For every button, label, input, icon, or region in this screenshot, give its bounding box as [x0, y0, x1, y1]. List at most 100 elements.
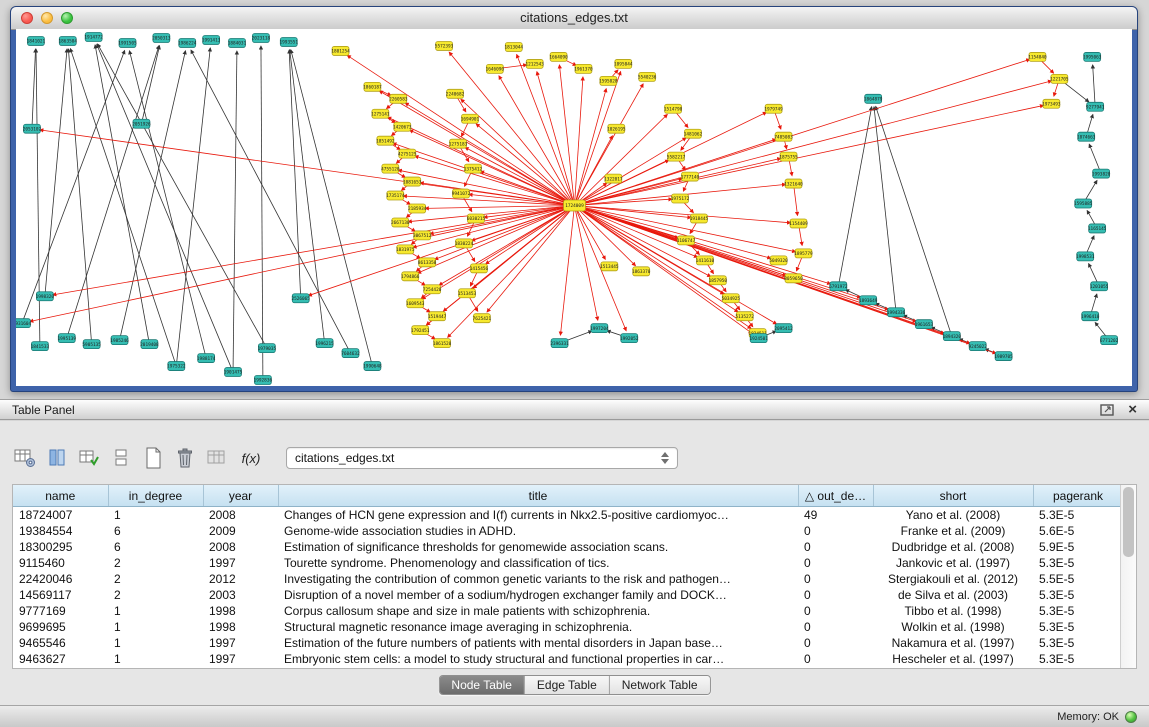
graph-node[interactable]: 1646090: [486, 64, 505, 73]
graph-node[interactable]: 1831975: [396, 245, 415, 254]
graph-node[interactable]: 1895844: [614, 59, 633, 68]
graph-node[interactable]: 1893649: [859, 296, 878, 305]
graph-node[interactable]: 1861520: [433, 339, 452, 348]
graph-node[interactable]: 1801254: [331, 46, 350, 55]
graph-node[interactable]: 5572393: [435, 41, 454, 50]
graph-node[interactable]: 1411610: [696, 256, 715, 265]
graph-node[interactable]: 7625421: [473, 314, 492, 323]
graph-node[interactable]: 1221705: [1050, 74, 1069, 83]
column-header-title[interactable]: title: [278, 485, 798, 507]
graph-node[interactable]: 1884031: [228, 38, 247, 47]
vertical-scrollbar[interactable]: [1120, 485, 1136, 668]
graph-node[interactable]: 1992052: [620, 334, 639, 343]
graph-node[interactable]: 1875755: [779, 152, 798, 161]
table-row[interactable]: 969969511998Structural magnetic resonanc…: [13, 619, 1120, 635]
graph-node[interactable]: 1991505: [118, 38, 137, 47]
column-header-year[interactable]: year: [203, 485, 278, 507]
graph-node[interactable]: 1794866: [401, 272, 420, 281]
table-row[interactable]: 2242004622012Investigating the contribut…: [13, 571, 1120, 587]
graph-node[interactable]: 2023118: [252, 33, 271, 42]
graph-node[interactable]: 2667130: [391, 218, 410, 227]
graph-node[interactable]: 2185934: [408, 204, 427, 213]
graph-node[interactable]: 1664090: [549, 52, 568, 61]
graph-node[interactable]: 5135272: [736, 312, 755, 321]
graph-node[interactable]: 1975322: [167, 362, 186, 371]
graph-node[interactable]: 1924501: [749, 334, 768, 343]
tab-edge-table[interactable]: Edge Table: [525, 676, 610, 694]
table-settings-icon[interactable]: [12, 445, 38, 471]
table-row[interactable]: 946362711997Embryonic stem cells: a mode…: [13, 651, 1120, 667]
graph-node[interactable]: 1724009: [564, 200, 586, 211]
graph-node[interactable]: 1513445: [600, 262, 619, 271]
graph-node[interactable]: 2095412: [774, 324, 793, 333]
graph-node[interactable]: 1991413: [202, 35, 221, 44]
graph-node[interactable]: 9941072: [452, 189, 471, 198]
graph-node[interactable]: 1863370: [632, 267, 651, 276]
graph-node[interactable]: 7485083: [774, 132, 793, 141]
graph-node[interactable]: 1975172: [671, 194, 690, 203]
graph-node[interactable]: 5034925: [722, 294, 741, 303]
graph-node[interactable]: 1201055: [1090, 282, 1109, 291]
function-builder-icon[interactable]: f(x): [236, 445, 266, 471]
graph-node[interactable]: 1989705: [994, 352, 1013, 361]
graph-node[interactable]: 1961653: [915, 320, 934, 329]
network-canvas[interactable]: 1841021186350419147721991505205031319862…: [16, 29, 1132, 386]
graph-node[interactable]: 1694901: [461, 114, 480, 123]
show-rows-icon[interactable]: [108, 445, 134, 471]
graph-node[interactable]: 2053102: [23, 124, 42, 133]
graph-node[interactable]: 5582217: [667, 152, 686, 161]
table-header-row[interactable]: namein_degreeyeartitle△ out_de…shortpage…: [13, 485, 1120, 507]
graph-node[interactable]: 2019408: [140, 340, 159, 349]
graph-node[interactable]: 8059650: [784, 274, 803, 283]
graph-node[interactable]: 3067512: [413, 231, 432, 240]
graph-node[interactable]: 1841021: [27, 36, 46, 45]
graph-node[interactable]: 1415456: [470, 264, 489, 273]
table-row[interactable]: 911546021997Tourette syndrome. Phenomeno…: [13, 555, 1120, 571]
graph-node[interactable]: 1874663: [1077, 132, 1096, 141]
graph-node[interactable]: 1420673: [393, 122, 412, 131]
graph-node[interactable]: 9245022: [968, 342, 987, 351]
graph-node[interactable]: 2240682: [446, 89, 465, 98]
graph-node[interactable]: 1993820: [1092, 169, 1111, 178]
graph-node[interactable]: 1375412: [464, 164, 483, 173]
table-row[interactable]: 946554611997Estimation of the future num…: [13, 635, 1120, 651]
graph-node[interactable]: 1996215: [315, 339, 334, 348]
delete-icon[interactable]: [172, 445, 198, 471]
close-panel-icon[interactable]: ×: [1128, 402, 1137, 417]
graph-node[interactable]: 1895779: [794, 249, 813, 258]
graph-node[interactable]: 2260583: [389, 94, 408, 103]
graph-node[interactable]: 6030215: [467, 214, 486, 223]
graph-node[interactable]: 7604632: [341, 349, 360, 358]
graph-node[interactable]: 1979749: [764, 104, 783, 113]
graph-node[interactable]: 1995063: [1083, 52, 1102, 61]
column-header-out_degree[interactable]: △ out_de…: [798, 485, 873, 507]
table-row[interactable]: 1456911722003Disruption of a novel membe…: [13, 587, 1120, 603]
graph-node[interactable]: 1863504: [59, 36, 78, 45]
graph-node[interactable]: 4755120: [381, 164, 400, 173]
column-header-in_degree[interactable]: in_degree: [108, 485, 203, 507]
column-header-pagerank[interactable]: pagerank: [1033, 485, 1120, 507]
graph-node[interactable]: 7254420: [423, 285, 442, 294]
graph-node[interactable]: 4275125: [398, 149, 417, 158]
graph-node[interactable]: 1481062: [684, 129, 703, 138]
graph-node[interactable]: 5905135: [82, 340, 101, 349]
graph-node[interactable]: 1931604: [16, 319, 32, 328]
graph-node[interactable]: 1154409: [789, 219, 808, 228]
graph-node[interactable]: 2050313: [152, 33, 171, 42]
show-columns-icon[interactable]: [44, 445, 70, 471]
graph-node[interactable]: 1851492: [376, 136, 395, 145]
memory-indicator[interactable]: [1125, 711, 1137, 723]
table-row[interactable]: 977716911998Corpus callosum shape and si…: [13, 603, 1120, 619]
graph-node[interactable]: 1106747: [677, 236, 696, 245]
graph-node[interactable]: 1997204: [590, 324, 609, 333]
graph-node[interactable]: 1993551: [280, 37, 299, 46]
table-row[interactable]: 1872400712008Changes of HCN gene express…: [13, 507, 1120, 524]
graph-node[interactable]: 8613358: [418, 258, 437, 267]
graph-node[interactable]: 1212543: [525, 59, 544, 68]
graph-node[interactable]: 1275141: [371, 109, 390, 118]
graph-node[interactable]: 1514790: [664, 104, 683, 113]
graph-node[interactable]: 1081653: [403, 177, 422, 186]
graph-node[interactable]: 1988174: [197, 354, 216, 363]
graph-node[interactable]: 1961370: [574, 64, 593, 73]
graph-node[interactable]: 1519447: [428, 312, 447, 321]
